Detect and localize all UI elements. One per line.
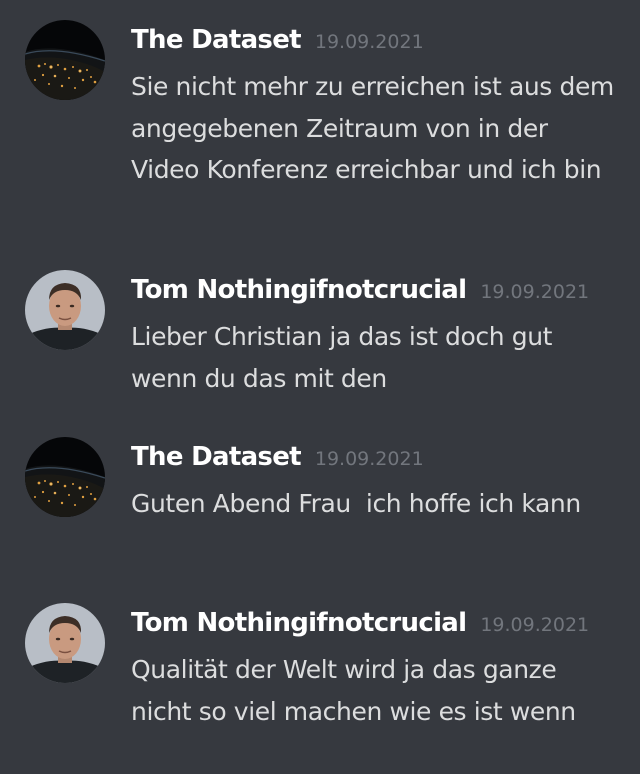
chat-message: The Dataset 19.09.2021 Sie nicht mehr zu …	[0, 20, 640, 230]
message-text: Qualität der Welt wird ja das ganze nich…	[131, 655, 576, 726]
author-name[interactable]: The Dataset	[131, 442, 302, 472]
message-header: Tom Nothingifnotcrucial 19.09.2021	[131, 270, 589, 312]
message-timestamp: 19.09.2021	[480, 281, 590, 303]
person-portrait-avatar-icon[interactable]	[25, 603, 105, 683]
author-name[interactable]: Tom Nothingifnotcrucial	[131, 608, 467, 638]
message-text: Sie nicht mehr zu erreichen ist aus dem …	[131, 72, 622, 184]
message-text: Lieber Christian ja das ist doch gut wen…	[131, 322, 560, 393]
message-header: The Dataset 19.09.2021	[131, 20, 424, 62]
message-header: The Dataset 19.09.2021	[131, 437, 424, 479]
message-header: Tom Nothingifnotcrucial 19.09.2021	[131, 603, 589, 645]
message-timestamp: 19.09.2021	[314, 448, 424, 470]
chat-message: The Dataset 19.09.2021 Guten Abend Frau i…	[0, 437, 640, 567]
person-portrait-avatar-icon[interactable]	[25, 270, 105, 350]
earth-night-avatar-icon[interactable]	[25, 20, 105, 100]
author-name[interactable]: The Dataset	[131, 25, 302, 55]
chat-message: Tom Nothingifnotcrucial 19.09.2021 Lieber…	[0, 270, 640, 400]
message-timestamp: 19.09.2021	[480, 614, 590, 636]
chat-message-list: The Dataset 19.09.2021 Sie nicht mehr zu …	[0, 0, 640, 774]
message-text: Guten Abend Frau ich hoffe ich kann	[131, 489, 581, 518]
chat-message: Tom Nothingifnotcrucial 19.09.2021 Qualit…	[0, 603, 640, 733]
message-timestamp: 19.09.2021	[314, 31, 424, 53]
author-name[interactable]: Tom Nothingifnotcrucial	[131, 275, 467, 305]
earth-night-avatar-icon[interactable]	[25, 437, 105, 517]
